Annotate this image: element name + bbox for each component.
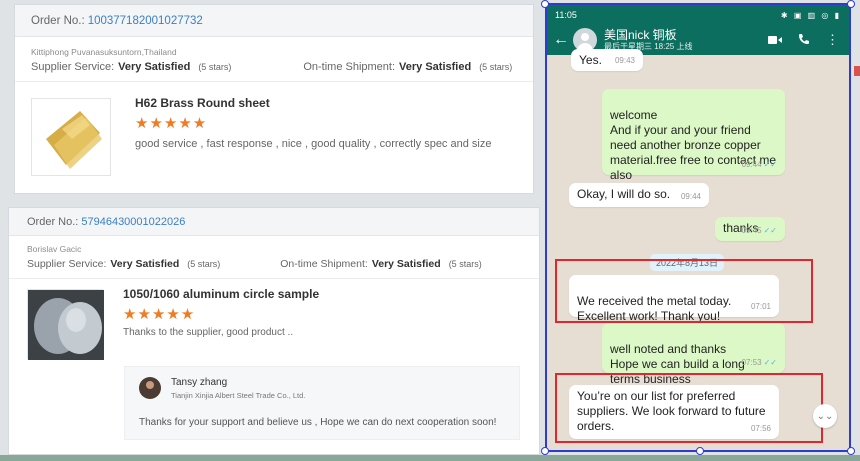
ratings-row: Supplier Service: Very Satisfied (5 star…	[15, 57, 533, 73]
status-icons: ✱ ▣ ▥ ◎ ▮	[780, 10, 841, 20]
resize-handle[interactable]	[541, 0, 549, 8]
message-time: 09:44	[680, 192, 701, 201]
message-in[interactable]: Okay, I will do so. 09:44	[569, 183, 709, 207]
resize-handle[interactable]	[847, 447, 855, 455]
resize-handle[interactable]	[696, 447, 704, 455]
reply-author: Tansy zhang	[171, 377, 228, 388]
message-time: 07:53 ✓✓	[741, 358, 777, 367]
supplier-service-value: Very Satisfied	[110, 258, 180, 270]
resize-handle[interactable]	[847, 0, 855, 8]
order-label: Order No.:	[31, 14, 85, 27]
supplier-service-value: Very Satisfied	[118, 61, 191, 73]
order-label: Order No.:	[27, 215, 79, 228]
message-in[interactable]: Yes. 09:43	[571, 49, 643, 71]
whatsapp-screenshot: 11:05 ✱ ▣ ▥ ◎ ▮ ← 美国nick 铜板 最后于星期三 18:25…	[545, 3, 851, 452]
rating-stars: ★★★★★	[135, 115, 208, 132]
shipment-stars: (5 stars)	[448, 259, 482, 269]
product-title[interactable]: 1050/1060 aluminum circle sample	[123, 287, 319, 301]
order-number-link[interactable]: 57946430001022026	[81, 216, 185, 228]
bottom-strip	[0, 455, 860, 461]
review-card-1: Order No.: 100377182001027732 Kittiphong…	[14, 4, 534, 194]
avatar	[139, 377, 161, 399]
message-out[interactable]: welcome And if your and your friend need…	[602, 89, 785, 182]
review-comment: good service , fast response , nice , go…	[135, 138, 492, 150]
order-header: Order No.: 100377182001027732	[15, 5, 533, 37]
message-out[interactable]: thanks 09:45 ✓✓	[715, 217, 785, 241]
buyer-name: Borislav Gacic	[27, 244, 82, 254]
resize-handle[interactable]	[541, 447, 549, 455]
video-icon[interactable]	[768, 33, 782, 48]
order-number-link[interactable]: 100377182001027732	[88, 15, 203, 27]
more-icon[interactable]: ⋮	[826, 32, 839, 48]
header-actions: ⋮	[768, 32, 839, 48]
message-time: 09:45 ✓✓	[741, 226, 777, 235]
status-bar: 11:05 ✱ ▣ ▥ ◎ ▮	[547, 5, 849, 25]
supplier-service-label: Supplier Service:	[31, 61, 115, 73]
reply-text: Thanks for your support and believe us ,…	[139, 417, 497, 428]
supplier-reply: Tansy zhang Tianjin Xinjia Albert Steel …	[124, 366, 520, 440]
product-thumbnail[interactable]	[27, 289, 104, 360]
status-time: 11:05	[555, 10, 577, 20]
buyer-name: Kittiphong Puvanasuksuntorn,Thailand	[31, 47, 177, 57]
shipment-value: Very Satisfied	[371, 258, 441, 270]
message-out[interactable]: well noted and thanks Hope we can build …	[602, 323, 785, 386]
rating-stars: ★★★★★	[123, 306, 196, 323]
shipment-value: Very Satisfied	[399, 61, 472, 73]
screenshot-canvas: Order No.: 100377182001027732 Kittiphong…	[0, 0, 860, 461]
message-text: Yes.	[579, 53, 602, 67]
shipment-stars: (5 stars)	[479, 62, 513, 72]
supplier-service-stars: (5 stars)	[198, 62, 232, 72]
reply-company: Tianjin Xinjia Albert Steel Trade Co., L…	[171, 391, 306, 400]
edge-marker	[854, 66, 860, 76]
back-arrow-icon[interactable]: ←	[553, 31, 569, 49]
contact-name: 美国nick 铜板	[604, 27, 677, 42]
review-card-2: Order No.: 57946430001022026 Borislav Ga…	[8, 207, 540, 455]
highlight-box	[555, 373, 823, 443]
divider	[15, 81, 533, 82]
message-time: 09:44 ✓✓	[741, 160, 777, 169]
shipment-label: On-time Shipment:	[280, 258, 368, 270]
message-text: Okay, I will do so.	[577, 187, 671, 201]
shipment-label: On-time Shipment:	[303, 61, 396, 73]
supplier-service-stars: (5 stars)	[187, 259, 221, 269]
divider	[9, 278, 539, 279]
read-tick-icon: ✓✓	[763, 226, 777, 235]
order-header: Order No.: 57946430001022026	[9, 208, 539, 236]
read-tick-icon: ✓✓	[763, 160, 777, 169]
ratings-row: Supplier Service: Very Satisfied (5 star…	[9, 254, 539, 270]
highlight-box	[555, 259, 813, 323]
chat-area: Yes. 09:43 welcome And if your and your …	[547, 49, 849, 450]
message-time: 09:43	[614, 56, 635, 65]
product-title[interactable]: H62 Brass Round sheet	[135, 96, 270, 110]
product-thumbnail[interactable]	[31, 98, 111, 176]
scroll-down-icon[interactable]: ⌄⌄	[813, 404, 837, 428]
review-comment: Thanks to the supplier, good product ..	[123, 327, 294, 338]
read-tick-icon: ✓✓	[763, 358, 777, 367]
supplier-service-label: Supplier Service:	[27, 258, 107, 270]
phone-icon[interactable]	[798, 33, 810, 48]
